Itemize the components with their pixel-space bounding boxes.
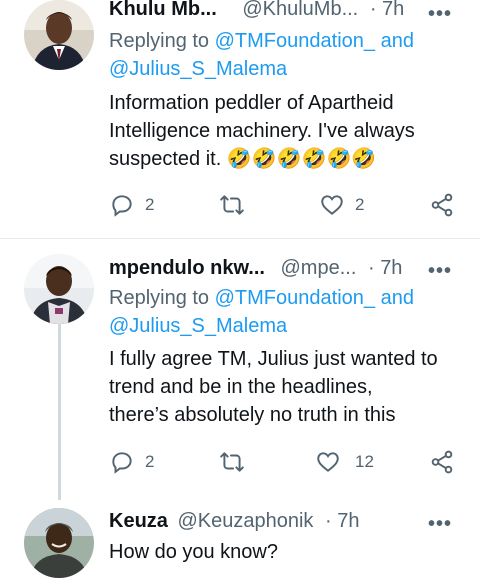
tweet[interactable]: mpendulo nkw... @mpe... · 7h ••• Replyin… [0, 239, 480, 502]
like-count: 2 [355, 195, 365, 214]
reply-button[interactable]: 2 [109, 447, 154, 477]
separator-dot: · [369, 0, 377, 20]
like-button[interactable]: 12 [315, 447, 374, 477]
user-handle[interactable]: @Keuzaphonik [177, 510, 313, 532]
tweet-actions: 2 2 [109, 190, 469, 220]
retweet-icon [220, 452, 244, 472]
like-icon [321, 195, 343, 215]
tweet-actions: 2 12 [109, 447, 469, 477]
mention-link[interactable]: @Julius_S_Malema [109, 315, 287, 337]
display-name[interactable]: Keuza [109, 510, 168, 532]
avatar[interactable] [24, 0, 94, 70]
tweet-text-line: trend and be in the headlines, [109, 376, 373, 398]
mention-link[interactable]: @Julius_S_Malema [109, 58, 287, 80]
tweet-text-line: suspected it. 🤣🤣🤣🤣🤣🤣 [109, 148, 377, 170]
retweet-button[interactable] [219, 447, 245, 477]
and-text: and [380, 30, 414, 52]
replying-to-label: Replying to [109, 30, 210, 52]
separator-dot: · [367, 257, 375, 279]
mention-link[interactable]: @TMFoundation_ [215, 30, 375, 52]
tweet[interactable]: Khulu Mb... @KhuluMb... · 7h ••• Replyin… [0, 0, 480, 238]
reply-count: 2 [145, 195, 155, 214]
replying-to-label: Replying to [109, 287, 210, 309]
tweet-text: How do you know? [109, 538, 469, 566]
mention-link[interactable]: @TMFoundation_ [215, 287, 375, 309]
reply-button[interactable]: 2 [109, 190, 154, 220]
avatar[interactable] [24, 508, 94, 578]
like-button[interactable]: 2 [319, 190, 364, 220]
share-icon [431, 450, 453, 474]
user-handle[interactable]: @mpe... [281, 257, 357, 279]
retweet-icon [220, 195, 244, 215]
avatar[interactable] [24, 254, 94, 324]
tweet-text-line: there’s absolutely no truth in this [109, 404, 396, 426]
share-button[interactable] [429, 447, 455, 477]
display-name[interactable]: mpendulo nkw... [109, 257, 265, 279]
tweet-text: Information peddler of Apartheid Intelli… [109, 89, 469, 173]
tweet[interactable]: Keuza @Keuzaphonik · 7h ••• How do you k… [0, 500, 480, 585]
reply-count: 2 [145, 452, 155, 471]
more-icon[interactable]: ••• [428, 512, 452, 536]
and-text: and [380, 287, 414, 309]
more-icon[interactable]: ••• [428, 2, 452, 26]
tweet-text-line: Information peddler of Apartheid [109, 92, 394, 114]
replying-to: Replying to @TMFoundation_ and [109, 285, 414, 312]
more-icon[interactable]: ••• [428, 259, 452, 283]
tweet-text-line: Intelligence machinery. I've always [109, 120, 415, 142]
reply-icon [112, 452, 132, 474]
like-count: 12 [355, 452, 374, 471]
tweet-text-line: I fully agree TM, Julius just wanted to [109, 348, 438, 370]
tweet-text: I fully agree TM, Julius just wanted to … [109, 345, 469, 429]
tweet-text-line: How do you know? [109, 541, 278, 563]
replying-to: Replying to @TMFoundation_ and [109, 28, 414, 55]
share-icon [431, 193, 453, 217]
reply-icon [112, 195, 132, 217]
share-button[interactable] [429, 190, 455, 220]
timestamp[interactable]: 7h [380, 257, 402, 279]
timestamp[interactable]: 7h [382, 0, 404, 20]
separator-dot: · [324, 510, 332, 532]
display-name[interactable]: Khulu Mb... [109, 0, 217, 20]
user-handle[interactable]: @KhuluMb... [242, 0, 358, 20]
like-icon [317, 452, 339, 472]
timestamp[interactable]: 7h [337, 510, 359, 532]
retweet-button[interactable] [219, 190, 245, 220]
